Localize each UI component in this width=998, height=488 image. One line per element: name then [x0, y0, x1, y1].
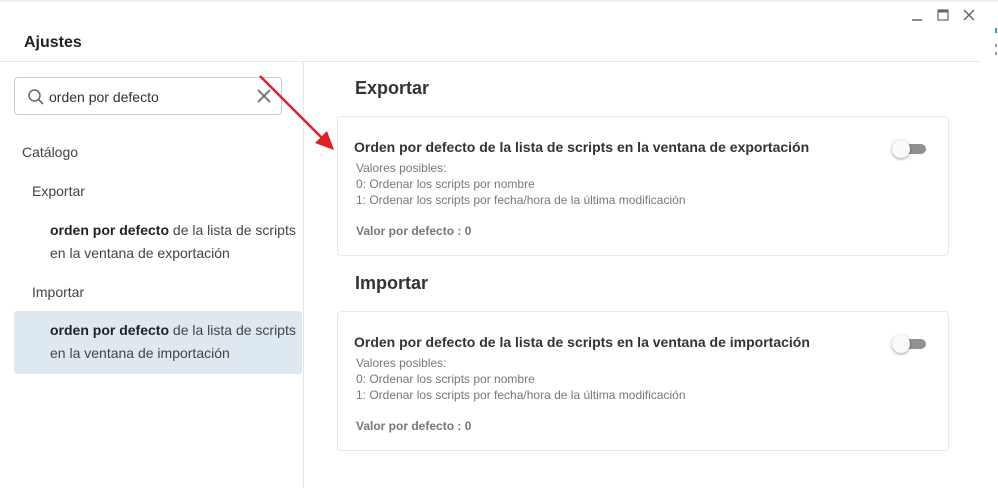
desc-line: 0: Ordenar los scripts por nombre: [356, 177, 535, 191]
leaf-text-line2: en la ventana de importación: [50, 345, 230, 361]
toggle-knob: [892, 335, 910, 353]
desc-line: 0: Ordenar los scripts por nombre: [356, 372, 535, 386]
setting-description: Valores posibles: 0: Ordenar los scripts…: [356, 160, 686, 208]
desc-line: 1: Ordenar los scripts por fecha/hora de…: [356, 388, 686, 402]
match-highlight: orden por defecto: [50, 322, 170, 338]
leaf-text: de la lista de scripts: [169, 222, 296, 238]
tree-leaf-export-order[interactable]: orden por defecto de la lista de scripts…: [14, 218, 302, 270]
default-label: Valor por defecto :: [356, 224, 462, 238]
desc-line: Valores posibles:: [356, 356, 447, 370]
minimize-icon[interactable]: [910, 8, 924, 22]
search-input[interactable]: [49, 87, 249, 107]
toggle-switch[interactable]: [892, 140, 928, 158]
toggle-knob: [892, 140, 910, 158]
default-value: Valor por defecto : 0: [356, 224, 471, 238]
desc-line: 1: Ordenar los scripts por fecha/hora de…: [356, 193, 686, 207]
search-icon: [27, 88, 45, 111]
maximize-icon[interactable]: [936, 8, 950, 22]
tree-item-importar[interactable]: Importar: [32, 284, 84, 300]
annotation-arrow: [259, 75, 334, 150]
leaf-text: de la lista de scripts: [169, 322, 296, 338]
tree-leaf-import-order[interactable]: orden por defecto de la lista de scripts…: [14, 311, 302, 374]
setting-description: Valores posibles: 0: Ordenar los scripts…: [356, 355, 686, 403]
top-border: [0, 0, 998, 2]
setting-card-export: Orden por defecto de la lista de scripts…: [337, 116, 949, 256]
search-field[interactable]: [14, 77, 282, 115]
match-highlight: orden por defecto: [50, 222, 170, 238]
default-value: Valor por defecto : 0: [356, 419, 471, 433]
leaf-text-line2: en la ventana de exportación: [50, 245, 230, 261]
close-icon[interactable]: [962, 8, 976, 22]
setting-title: Orden por defecto de la lista de scripts…: [354, 139, 810, 155]
desc-line: Valores posibles:: [356, 161, 447, 175]
section-title-importar: Importar: [355, 273, 429, 293]
window-controls: [910, 8, 976, 22]
tree-item-exportar[interactable]: Exportar: [32, 183, 85, 199]
default-number: 0: [464, 419, 472, 433]
default-label: Valor por defecto :: [356, 419, 462, 433]
toggle-switch[interactable]: [892, 335, 928, 353]
settings-content: Exportar Orden por defecto de la lista d…: [304, 62, 998, 488]
default-number: 0: [464, 224, 472, 238]
setting-title: Orden por defecto de la lista de scripts…: [354, 334, 810, 350]
section-title-exportar: Exportar: [355, 78, 430, 98]
setting-card-import: Orden por defecto de la lista de scripts…: [337, 311, 949, 451]
window-title: Ajustes: [24, 34, 82, 51]
tree-item-catalogo[interactable]: Catálogo: [22, 144, 78, 160]
